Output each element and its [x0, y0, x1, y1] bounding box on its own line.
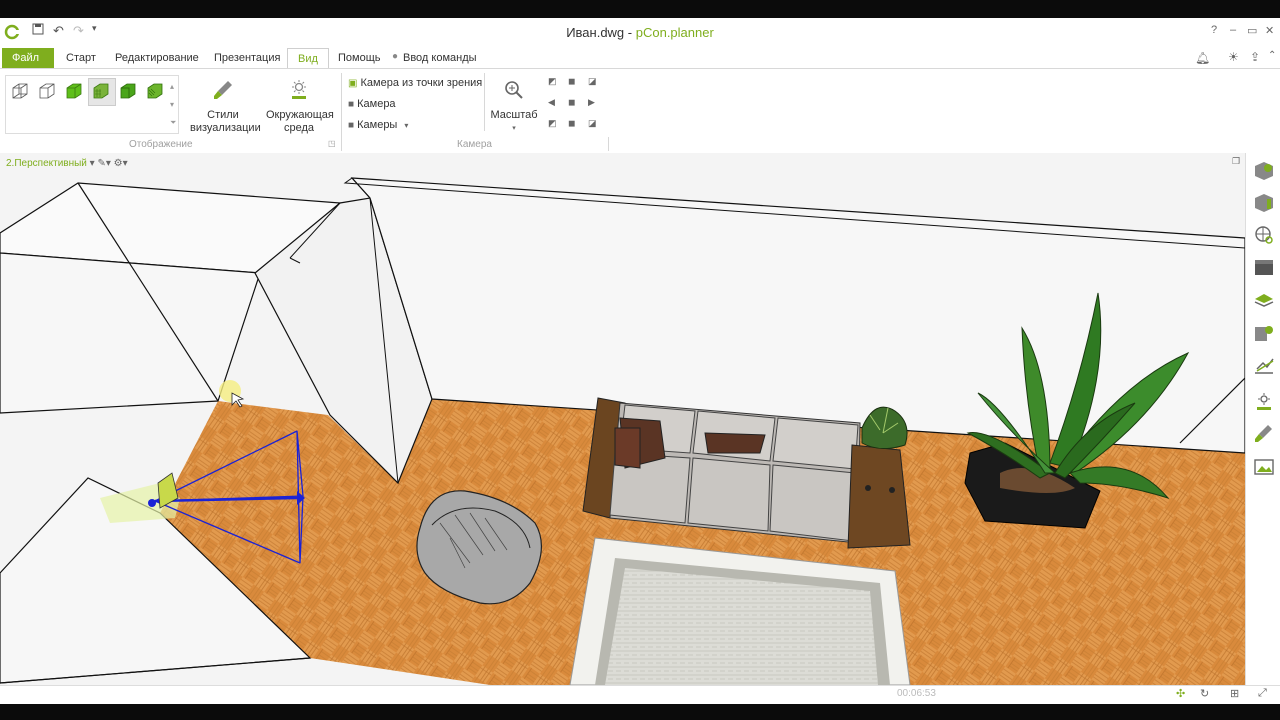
layers-icon[interactable]	[1253, 291, 1275, 311]
app-name: pCon.planner	[635, 25, 714, 40]
view-right-icon[interactable]: ▶	[588, 97, 595, 108]
shaded-cube-icon[interactable]	[65, 82, 83, 100]
zoom-label: Масштаб	[490, 109, 538, 121]
window-title: Иван.dwg - pCon.planner	[0, 25, 1280, 40]
visualization-styles-label: Стили визуализации	[190, 109, 261, 134]
share-icon[interactable]: ⇪	[1250, 50, 1260, 64]
gallery-down-icon[interactable]: ▾	[170, 100, 174, 109]
article-settings-icon[interactable]	[1253, 323, 1275, 343]
view-top-icon[interactable]: ◼	[568, 76, 575, 87]
tab-command-input[interactable]: Ввод команды	[393, 48, 487, 68]
cameras-label: Камеры	[357, 119, 398, 131]
view-front-icon[interactable]: ◼	[568, 97, 575, 108]
recording-time: 00:06:53	[897, 688, 936, 699]
environment-label: Окружающая среда	[266, 109, 334, 134]
status-bar: 00:06:53 ✣ ↻ ⊞ ⤢	[0, 685, 1280, 704]
view-bottom-icon[interactable]: ◼	[568, 118, 575, 129]
camera-button[interactable]: ■ Камера	[348, 98, 396, 110]
archive-box-icon[interactable]	[1253, 257, 1275, 277]
snap-icon[interactable]: ✣	[1176, 687, 1185, 700]
grid-icon[interactable]: ⊞	[1230, 687, 1239, 700]
fullscreen-icon[interactable]: ⤢	[1258, 687, 1267, 700]
maximize-button[interactable]: ▭	[1247, 24, 1257, 37]
brush-icon	[214, 81, 232, 99]
bell-icon[interactable]: 🔔︎	[1195, 51, 1210, 65]
brush-side-icon[interactable]	[1253, 423, 1275, 443]
gallery-expand-icon[interactable]: ⏷	[170, 118, 176, 128]
dialog-launcher-icon[interactable]: ◳	[328, 139, 336, 148]
tab-presentation[interactable]: Презентация	[204, 48, 290, 68]
camera-view-icon: ▣	[348, 78, 358, 89]
chevron-down-icon: ▾	[404, 121, 409, 130]
globe-search-icon[interactable]	[1253, 225, 1275, 245]
textured-cube-icon[interactable]	[92, 82, 110, 100]
ribbon: ▴ ▾ ⏷ Стили визуализации Окружающая сред…	[0, 68, 1280, 154]
view-top-left-icon[interactable]: ◩	[548, 76, 557, 87]
pen-icon[interactable]: ✎▾	[97, 158, 110, 169]
view-bottom-left-icon[interactable]: ◩	[548, 118, 557, 129]
realistic-cube-icon[interactable]	[119, 82, 137, 100]
display-style-gallery: ▴ ▾ ⏷	[5, 75, 179, 134]
view-bottom-right-icon[interactable]: ◪	[588, 118, 597, 129]
tab-help[interactable]: Помощь	[328, 48, 391, 68]
viewport-label[interactable]: 2.Перспективный ▾ ✎▾ ⚙▾	[6, 158, 128, 169]
3d-viewport[interactable]: 2.Перспективный ▾ ✎▾ ⚙▾ ❐	[0, 153, 1245, 685]
sun-icon[interactable]: ☀︎	[1228, 50, 1239, 64]
title-bar: ↶ ↷ ▾ Иван.dwg - pCon.planner ? – ▭ ✕	[0, 18, 1280, 49]
zoom-button[interactable]: Масштаб ▾	[488, 79, 540, 135]
cameras-icon: ■	[348, 120, 355, 131]
viewport-name: 2.Перспективный	[6, 158, 87, 169]
settings-icon[interactable]: ⚙▾	[114, 158, 128, 169]
ribbon-tabs: Файл Старт Редактирование Презентация Ви…	[0, 48, 1280, 69]
ribbon-separator	[341, 73, 342, 151]
chart-icon[interactable]	[1253, 355, 1275, 375]
sketch-cube-icon[interactable]	[146, 82, 164, 100]
tab-edit[interactable]: Редактирование	[105, 48, 209, 68]
environment-sun-side-icon[interactable]	[1253, 391, 1275, 411]
help-icon[interactable]: ?	[1211, 24, 1217, 36]
tab-file[interactable]: Файл	[2, 48, 54, 68]
title-separator: -	[624, 25, 636, 40]
camera-from-view-label: Камера из точки зрения	[360, 77, 483, 89]
gallery-up-icon[interactable]: ▴	[170, 82, 174, 91]
right-toolbar	[1245, 153, 1280, 685]
magnifier-icon	[505, 81, 523, 99]
info-box-icon[interactable]	[1253, 193, 1275, 213]
camera-label: Камера	[357, 98, 396, 110]
hidden-line-cube-icon[interactable]	[38, 82, 56, 100]
ribbon-separator	[608, 137, 609, 151]
rotate-icon[interactable]: ↻	[1200, 687, 1209, 700]
wireframe-cube-icon[interactable]	[11, 82, 29, 100]
display-group-label: Отображение	[129, 139, 193, 150]
camera-icon: ■	[348, 99, 355, 110]
camera-group-label: Камера	[457, 139, 492, 150]
image-icon[interactable]	[1253, 457, 1275, 477]
cameras-dropdown[interactable]: ■ Камеры ▾	[348, 119, 408, 131]
view-left-icon[interactable]: ◀	[548, 97, 555, 108]
close-button[interactable]: ✕	[1265, 24, 1274, 37]
environment-sun-icon	[292, 80, 306, 99]
tab-view[interactable]: Вид	[287, 48, 329, 69]
camera-from-view-button[interactable]: ▣ Камера из точки зрения	[348, 77, 482, 89]
catalog-cube-icon[interactable]	[1253, 161, 1275, 181]
minimize-button[interactable]: –	[1230, 24, 1236, 36]
visualization-styles-button[interactable]: Стили визуализации	[186, 79, 261, 135]
tab-start[interactable]: Старт	[56, 48, 106, 68]
zoom-dropdown-icon: ▾	[512, 125, 516, 132]
scene	[0, 177, 1245, 685]
collapse-ribbon-icon[interactable]: ⌃	[1268, 50, 1276, 61]
view-top-right-icon[interactable]: ◪	[588, 76, 597, 87]
environment-button[interactable]: Окружающая среда	[262, 79, 336, 135]
file-name: Иван.dwg	[566, 25, 625, 40]
ribbon-separator	[484, 73, 485, 131]
